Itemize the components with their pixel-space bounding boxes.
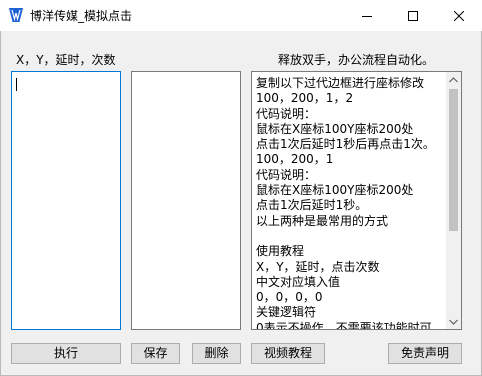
instruction-line: 中文对应填入值 [256, 274, 341, 289]
instruction-line: 100，200，1，2 [256, 91, 354, 106]
text-caret [16, 78, 17, 91]
instruction-line: 以上两种是最常用的方式 [256, 213, 389, 228]
maximize-button[interactable] [390, 0, 436, 31]
instructions-textarea[interactable]: 复制以下过代边框进行座标修改 100，200，1，2 代码说明： 鼠标在X座标100Y… [251, 71, 462, 330]
scroll-down-button[interactable] [446, 314, 461, 329]
instruction-line: 鼠标在X座标100Y座标200处 [256, 183, 414, 198]
close-icon [454, 10, 464, 21]
instruction-line: X，Y，延时，点击次数 [256, 259, 380, 274]
instruction-line: 复制以下过代边框进行座标修改 [256, 76, 425, 90]
title-bar[interactable]: 博洋传媒_模拟点击 [0, 0, 482, 31]
instructions-text: 复制以下过代边框进行座标修改 100，200，1，2 代码说明： 鼠标在X座标100Y… [256, 76, 446, 330]
coordinates-input[interactable] [11, 71, 121, 330]
disclaimer-button[interactable]: 免责声明 [388, 343, 462, 364]
scroll-up-button[interactable] [446, 72, 461, 87]
video-tutorial-button[interactable]: 视频教程 [251, 343, 325, 364]
instructions-scrollbar[interactable] [446, 72, 461, 329]
instruction-line: 关键逻辑符 [256, 305, 317, 320]
instruction-line: 0，0，0，0 [256, 290, 323, 305]
close-button[interactable] [436, 0, 482, 31]
app-icon [9, 8, 23, 22]
maximize-icon [408, 10, 418, 21]
chevron-down-icon [449, 319, 458, 325]
instruction-line: 代码说明： [256, 167, 317, 182]
slogan-label: 释放双手，办公流程自动化。 [278, 53, 435, 67]
instruction-line: 点击1次后延时1秒后再点击1次。 [256, 137, 435, 152]
instruction-line: 0表示不操作，不需要该功能时可 [256, 320, 432, 330]
execute-button[interactable]: 执行 [11, 343, 121, 364]
instruction-line: 代码说明： [256, 106, 317, 121]
instruction-line: 点击1次后延时1秒。 [256, 198, 368, 213]
delete-button[interactable]: 删除 [192, 343, 241, 364]
instruction-line [256, 229, 446, 244]
saved-list[interactable] [131, 71, 241, 330]
instruction-line: 使用教程 [256, 244, 305, 259]
window-title: 博洋传媒_模拟点击 [30, 9, 133, 23]
instruction-line: 鼠标在X座标100Y座标200处 [256, 121, 414, 136]
chevron-up-icon [449, 76, 458, 82]
save-button[interactable]: 保存 [131, 343, 180, 364]
instruction-line: 100，200，1 [256, 152, 334, 167]
coordinates-label: X，Y，延时，次数 [16, 53, 116, 67]
scroll-thumb[interactable] [449, 89, 458, 231]
minimize-icon [362, 15, 372, 17]
minimize-button[interactable] [344, 0, 390, 31]
